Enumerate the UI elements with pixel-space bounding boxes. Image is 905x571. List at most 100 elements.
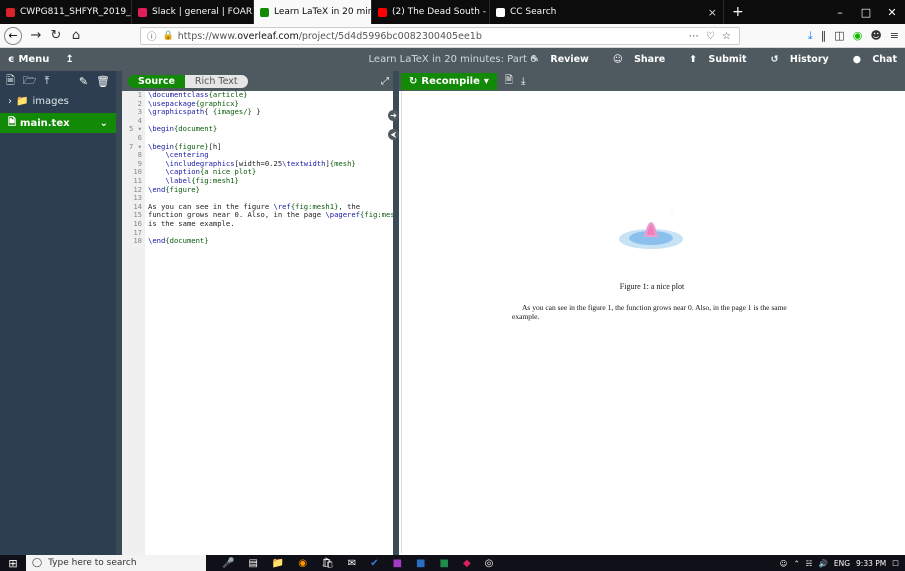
code-line[interactable]: 16 is the same example. — [122, 219, 393, 229]
source-mode-button[interactable]: Source — [128, 74, 185, 88]
mail-icon[interactable]: ✉ — [348, 558, 356, 569]
home-icon[interactable]: ⌂ — [66, 28, 86, 43]
pdf-viewer: ↻ Recompile ▾ 🗎 ⤓ – Figure 1: a nice plo… — [399, 71, 905, 555]
folder-icon: 📁 — [16, 95, 29, 107]
recompile-label: Recompile — [421, 75, 480, 87]
language-indicator[interactable]: ENG — [834, 559, 850, 568]
pdf-page[interactable]: – Figure 1: a nice plot As you can see i… — [401, 91, 901, 553]
tab-favicon-icon — [6, 7, 15, 17]
browser-tab[interactable]: Learn LaTeX in 20 minutes: Par× — [254, 0, 372, 24]
header-submit-button[interactable]: ⬆ Submit — [673, 54, 754, 65]
rich-text-mode-button[interactable]: Rich Text — [184, 74, 248, 88]
file-tree-folder-images[interactable]: › 📁 images — [0, 91, 116, 111]
sync-to-code-icon[interactable]: ⮜ — [388, 129, 399, 140]
word-icon[interactable]: ■ — [416, 558, 425, 569]
people-icon[interactable]: ☺ — [780, 559, 788, 568]
header-history-button[interactable]: ↺ History — [755, 54, 837, 65]
file-tree-panel: 🗎 🗁 ⤒ ✎ 🗑 › 📁 images 🗎 main.tex ⌄ — [0, 71, 116, 555]
download-icon[interactable]: ⤓ — [808, 29, 813, 43]
expand-icon[interactable]: ⤢ — [381, 76, 389, 87]
back-icon[interactable]: ← — [4, 26, 22, 45]
pdf-body-text: As you can see in the figure 1, the func… — [512, 303, 787, 321]
menu-label: Menu — [18, 54, 50, 65]
account-icon[interactable]: ☻ — [870, 29, 881, 43]
overleaf-logo-icon: ϵ — [8, 54, 15, 65]
rename-icon[interactable]: ✎ — [79, 75, 88, 88]
os-taskbar: ⊞ ◯ Type here to search 🎤 ▤ 📁 ◉ 🛍 ✉ ✔ ■ … — [0, 555, 905, 571]
task-view-icon[interactable]: ▤ — [248, 558, 257, 569]
library-icon[interactable]: ‖ — [821, 29, 827, 43]
menu-button[interactable]: ϵ Menu — [0, 54, 57, 65]
browser-tab[interactable]: CWPG811_SHFYR_2019_ALL_U× — [0, 0, 132, 24]
share-icon: ☺ — [612, 54, 627, 65]
code-line[interactable]: 3 \graphicspath{ {images/} } — [122, 107, 393, 117]
download-pdf-icon[interactable]: ⤓ — [521, 76, 525, 87]
code-line[interactable]: 12 \end{figure} — [122, 184, 393, 195]
logs-icon[interactable]: 🗎 — [505, 73, 513, 90]
file-explorer-icon[interactable]: 📁 — [272, 558, 284, 569]
minimize-icon[interactable]: – — [827, 6, 853, 19]
tab-close-icon[interactable]: × — [702, 6, 717, 19]
toolbar-icons: ⤓ ‖ ◫ ◉ ☻ ≡ — [808, 29, 899, 43]
new-folder-icon[interactable]: 🗁 — [23, 72, 37, 91]
info-icon[interactable]: ⓘ — [147, 29, 157, 43]
close-icon[interactable]: ✕ — [879, 6, 905, 19]
search-placeholder: Type here to search — [48, 558, 137, 568]
mic-icon[interactable]: 🎤 — [222, 558, 234, 569]
forward-icon[interactable]: → — [26, 28, 46, 43]
header-action-label: Review — [550, 54, 589, 65]
caret-down-icon[interactable]: ▾ — [484, 76, 489, 87]
page-actions-icon[interactable]: ⋯ ♡ ☆ — [689, 31, 733, 42]
reload-icon[interactable]: ↻ — [46, 28, 66, 43]
tab-favicon-icon — [138, 7, 147, 17]
volume-icon[interactable]: 🔊 — [819, 559, 828, 568]
pdf-toolbar: ↻ Recompile ▾ 🗎 ⤓ — [399, 71, 905, 91]
new-tab-button[interactable]: + — [724, 0, 752, 24]
recompile-button[interactable]: ↻ Recompile ▾ — [401, 72, 497, 90]
todo-icon[interactable]: ✔ — [370, 558, 378, 569]
slack-icon[interactable]: ◆ — [463, 558, 471, 569]
delete-icon[interactable]: 🗑 — [96, 75, 110, 88]
browser-tab[interactable]: Slack | general | FOAR705× — [132, 0, 254, 24]
windows-start-icon[interactable]: ⊞ — [0, 557, 26, 570]
header-review-button[interactable]: ✎ Review — [515, 54, 597, 65]
history-icon: ↺ — [770, 54, 782, 65]
header-chat-button[interactable]: ● Chat — [837, 54, 905, 65]
code-line[interactable]: 5 ▾ \begin{document} — [122, 125, 393, 134]
store-icon[interactable]: 🛍 — [321, 558, 334, 569]
tray-chevron-icon[interactable]: ⌃ — [793, 559, 799, 568]
system-tray: ☺ ⌃ ☵ 🔊 ENG 9:33 PM ☐ — [780, 559, 905, 568]
onenote-icon[interactable]: ■ — [393, 558, 402, 569]
excel-icon[interactable]: ■ — [439, 558, 448, 569]
code-line[interactable]: 18 \end{document} — [122, 236, 393, 246]
browser-tab[interactable]: CC Search × — [490, 0, 724, 24]
header-action-label: Submit — [708, 54, 747, 65]
extension-icon[interactable]: ◉ — [853, 29, 863, 43]
back-to-projects-icon[interactable]: ↥ — [57, 54, 81, 65]
header-share-button[interactable]: ☺ Share — [597, 54, 673, 65]
taskbar-search[interactable]: ◯ Type here to search — [26, 555, 206, 571]
tab-favicon-icon — [260, 7, 269, 17]
chat-icon: ● — [852, 54, 865, 65]
code-area[interactable]: 1 \documentclass{article} 2 \usepackage{gra… — [122, 90, 393, 555]
sync-to-pdf-icon[interactable]: ➜ — [388, 110, 399, 121]
maximize-icon[interactable]: □ — [853, 6, 879, 19]
code-text: \end{figure} — [148, 184, 200, 194]
wifi-icon[interactable]: ☵ — [806, 559, 813, 568]
notification-icon[interactable]: ☐ — [892, 559, 899, 568]
tab-title: Learn LaTeX in 20 minutes: Par — [274, 7, 371, 17]
chevron-down-icon[interactable]: ⌄ — [100, 118, 108, 129]
file-tree-file-main[interactable]: 🗎 main.tex ⌄ — [0, 113, 116, 133]
code-text: \graphicspath{ {images/} } — [148, 107, 261, 117]
upload-icon[interactable]: ⤒ — [45, 74, 50, 88]
figure-caption: Figure 1: a nice plot — [619, 282, 685, 291]
browser-tab[interactable]: (2) The Dead South - In Hel× — [372, 0, 490, 24]
hamburger-menu-icon[interactable]: ≡ — [890, 29, 899, 43]
sidebar-icon[interactable]: ◫ — [834, 29, 844, 43]
source-editor[interactable]: Source Rich Text ⤢ 1 \documentclass{artic… — [122, 71, 393, 555]
new-file-icon[interactable]: 🗎 — [6, 72, 15, 91]
address-bar[interactable]: ⓘ 🔒 https://www. overleaf.com/project/5d4… — [140, 27, 740, 45]
firefox-icon[interactable]: ◉ — [298, 558, 307, 569]
chrome-icon[interactable]: ◎ — [485, 558, 494, 569]
clock[interactable]: 9:33 PM — [856, 559, 886, 568]
